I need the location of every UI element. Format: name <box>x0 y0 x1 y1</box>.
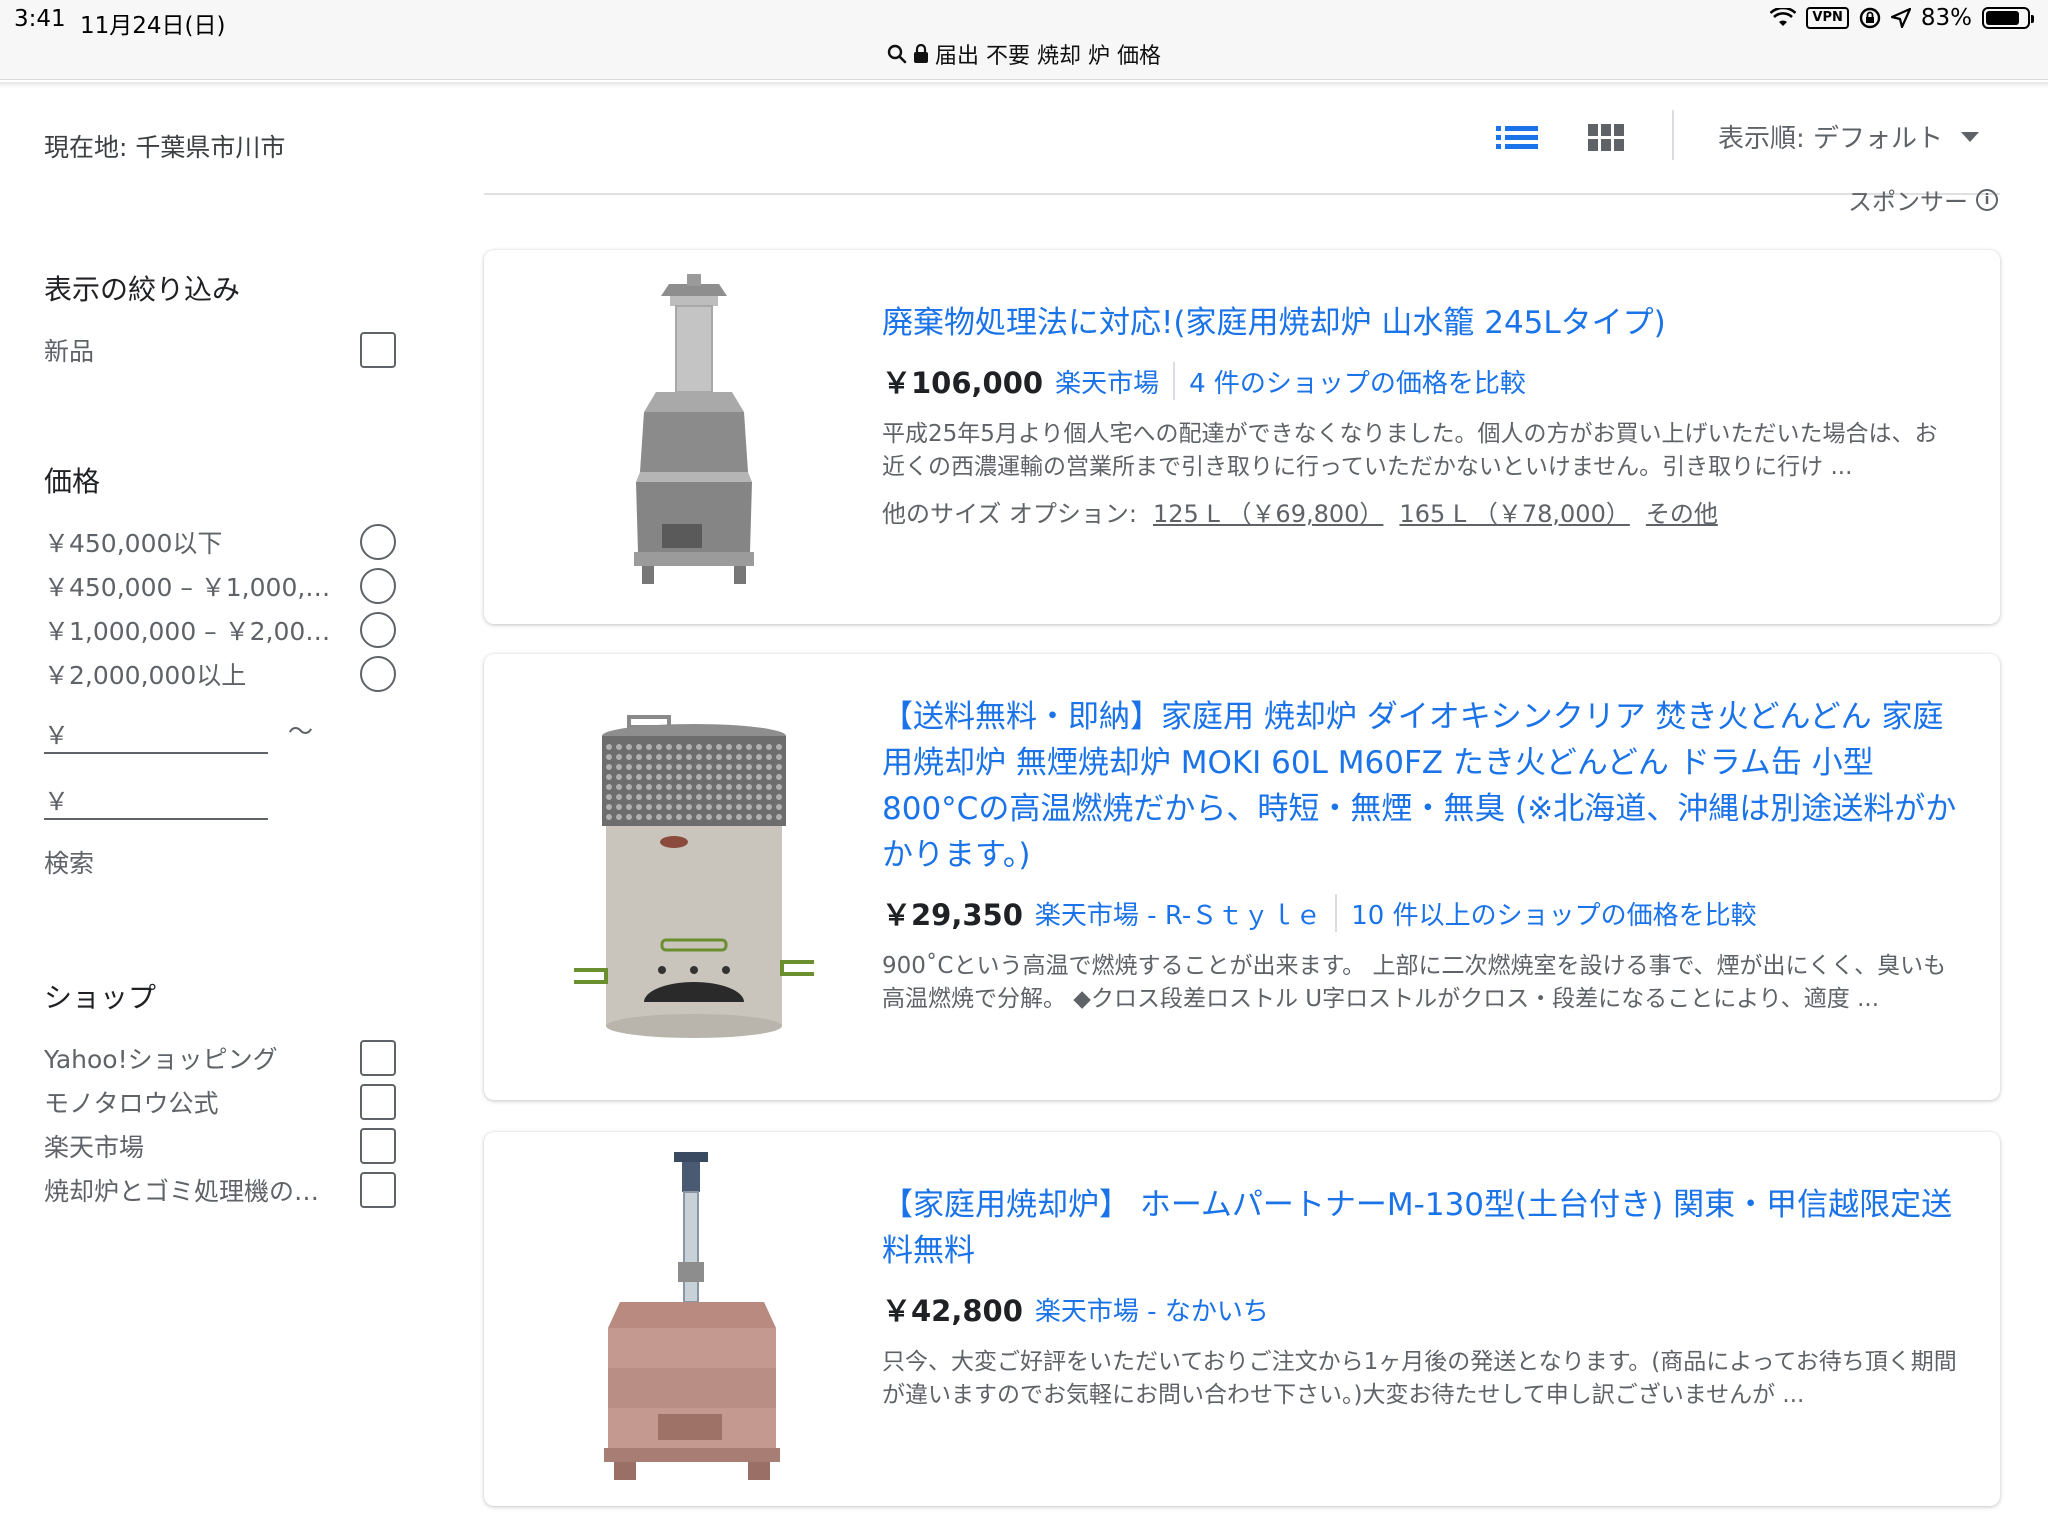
battery-level <box>1986 11 2020 25</box>
battery-percent: 83% <box>1920 5 1972 31</box>
product-image[interactable] <box>544 712 844 1052</box>
location-arrow-icon <box>1890 8 1911 28</box>
price-row: ￥29,350 楽天市場 - R-Ｓｔｙｌｅ 10 件以上のショップの価格を比較 <box>882 892 1960 934</box>
compare-prices-link[interactable]: 10 件以上のショップの価格を比較 <box>1351 895 1756 932</box>
shop-filter-row[interactable]: 楽天市場 <box>44 1126 396 1166</box>
price-option-radio[interactable] <box>360 568 396 604</box>
range-separator: ～ <box>288 717 314 746</box>
shop-filter-label: 楽天市場 <box>44 1133 145 1162</box>
product-price: ￥106,000 <box>882 366 1044 400</box>
grid-view-icon[interactable] <box>1588 122 1624 154</box>
sort-dropdown[interactable]: 表示順: デフォルト <box>1718 118 1980 155</box>
price-heading: 価格 <box>44 465 101 498</box>
product-title-link[interactable]: 廃棄物処理法に対応!(家庭用焼却炉 山水籠 245Lタイプ) <box>882 300 1960 346</box>
price-option-row[interactable]: ￥450,000 – ￥1,000,000 <box>44 566 396 606</box>
product-image[interactable] <box>544 1152 844 1482</box>
shop-filter-checkbox[interactable] <box>360 1040 396 1076</box>
price-option-label: ￥2,000,000以上 <box>44 661 247 690</box>
price-option-label: ￥1,000,000 – ￥2,000,000 <box>44 617 334 646</box>
date: 11月24日(日) <box>80 13 226 39</box>
shop-heading: ショップ <box>44 981 157 1014</box>
shop-filter-checkbox[interactable] <box>360 1128 396 1164</box>
price-option-radio[interactable] <box>360 656 396 692</box>
address-bar-query: 届出 不要 焼却 炉 価格 <box>935 44 1161 69</box>
more-options-link[interactable]: その他 <box>1646 494 1718 529</box>
shop-link[interactable]: 楽天市場 - R-Ｓｔｙｌｅ <box>1035 895 1321 932</box>
product-title-link[interactable]: 【家庭用焼却炉】 ホームパートナーM-130型(土台付き) 関東・甲信越限定送料… <box>882 1182 1960 1274</box>
shop-filter-row[interactable]: モノタロウ公式 <box>44 1082 396 1122</box>
shop-link[interactable]: 楽天市場 - なかいち <box>1035 1291 1269 1328</box>
price-row-divider <box>1335 894 1338 932</box>
shop-filter-label: 焼却炉とゴミ処理機の専門店 <box>44 1177 334 1206</box>
price-row: ￥42,800 楽天市場 - なかいち <box>882 1288 1960 1330</box>
price-option-row[interactable]: ￥1,000,000 – ￥2,000,000 <box>44 610 396 650</box>
vpn-icon: VPN <box>1806 7 1849 29</box>
display-filter-heading: 表示の絞り込み <box>44 273 241 306</box>
max-price-input[interactable]: ￥ <box>44 774 268 820</box>
price-option-label: ￥450,000以下 <box>44 529 223 558</box>
wifi-icon <box>1770 8 1797 26</box>
toolbar-shadow <box>0 82 2048 88</box>
results-divider <box>484 193 2000 195</box>
size-option-link[interactable]: 165 L （￥78,000） <box>1399 494 1629 529</box>
product-card[interactable]: 【家庭用焼却炉】 ホームパートナーM-130型(土台付き) 関東・甲信越限定送料… <box>484 1132 2000 1506</box>
product-description: 900˚Cという高温で燃焼することが出来ます。 上部に二次燃焼室を設ける事で、煙… <box>882 953 1947 1012</box>
shop-filter-label: モノタロウ公式 <box>44 1089 219 1118</box>
price-row-divider <box>1173 362 1176 400</box>
product-description: 只今、大変ご好評をいただいておりご注文から1ヶ月後の発送となります。(商品によっ… <box>882 1349 1957 1408</box>
shop-filter-row[interactable]: Yahoo!ショッピング <box>44 1038 396 1078</box>
filter-new-checkbox[interactable] <box>360 332 396 368</box>
battery-icon <box>1982 7 2034 29</box>
sponsored-text: スポンサー <box>1848 188 1968 216</box>
shop-filter-label: Yahoo!ショッピング <box>44 1045 278 1074</box>
price-search-button[interactable]: 検索 <box>44 844 94 880</box>
product-info: 【送料無料・即納】家庭用 焼却炉 ダイオキシンクリア 焚き火どんどん 家庭用焼却… <box>882 694 1960 1016</box>
address-bar[interactable]: 届出 不要 焼却 炉 価格 <box>0 38 2048 70</box>
price-option-row[interactable]: ￥2,000,000以上 <box>44 654 396 694</box>
info-icon[interactable]: i <box>1976 188 1998 211</box>
orientation-lock-icon <box>1859 7 1881 29</box>
filter-new-label: 新品 <box>44 337 95 366</box>
shop-filter-checkbox[interactable] <box>360 1172 396 1208</box>
sort-label: 表示順: デフォルト <box>1718 124 1944 154</box>
product-info: 【家庭用焼却炉】 ホームパートナーM-130型(土台付き) 関東・甲信越限定送料… <box>882 1182 1960 1412</box>
product-card[interactable]: 【送料無料・即納】家庭用 焼却炉 ダイオキシンクリア 焚き火どんどん 家庭用焼却… <box>484 654 2000 1100</box>
shop-link[interactable]: 楽天市場 <box>1055 363 1159 400</box>
product-price: ￥29,350 <box>882 898 1023 932</box>
min-price-input[interactable]: ￥ <box>44 708 268 754</box>
dropdown-caret-icon <box>1961 131 1980 142</box>
clock: 3:41 <box>14 6 66 32</box>
toolbar-divider <box>1672 110 1674 160</box>
sponsored-label[interactable]: スポンサー i <box>1848 182 1998 217</box>
lock-icon <box>914 44 928 63</box>
price-option-radio[interactable] <box>360 524 396 560</box>
product-image[interactable] <box>544 272 844 602</box>
product-title-link[interactable]: 【送料無料・即納】家庭用 焼却炉 ダイオキシンクリア 焚き火どんどん 家庭用焼却… <box>882 694 1960 878</box>
shop-filter-row[interactable]: 焼却炉とゴミ処理機の専門店 <box>44 1170 396 1210</box>
filter-new-row[interactable]: 新品 <box>44 330 396 370</box>
price-option-label: ￥450,000 – ￥1,000,000 <box>44 573 334 602</box>
product-info: 廃棄物処理法に対応!(家庭用焼却炉 山水籠 245Lタイプ) ￥106,000 … <box>882 300 1960 529</box>
current-location[interactable]: 現在地: 千葉県市川市 <box>44 128 285 164</box>
status-bar: 3:41 11月24日(日) VPN 83% 届出 不要 焼却 炉 価格 <box>0 0 2048 80</box>
price-row: ￥106,000 楽天市場 4 件のショップの価格を比較 <box>882 360 1960 402</box>
list-view-icon[interactable] <box>1496 120 1540 156</box>
size-options: 他のサイズ オプション: 125 L （￥69,800） 165 L （￥78,… <box>882 494 1960 529</box>
search-icon <box>887 44 907 64</box>
shop-filter-checkbox[interactable] <box>360 1084 396 1120</box>
price-option-radio[interactable] <box>360 612 396 648</box>
size-option-link[interactable]: 125 L （￥69,800） <box>1153 494 1383 529</box>
product-description: 平成25年5月より個人宅への配達ができなくなりました。個人の方がお買い上げいただ… <box>882 421 1938 480</box>
size-options-label: 他のサイズ オプション: <box>882 500 1137 528</box>
product-card[interactable]: 廃棄物処理法に対応!(家庭用焼却炉 山水籠 245Lタイプ) ￥106,000 … <box>484 250 2000 624</box>
compare-prices-link[interactable]: 4 件のショップの価格を比較 <box>1189 363 1526 400</box>
status-icons: VPN 83% <box>1770 5 2034 31</box>
product-price: ￥42,800 <box>882 1294 1023 1328</box>
price-option-row[interactable]: ￥450,000以下 <box>44 522 396 562</box>
